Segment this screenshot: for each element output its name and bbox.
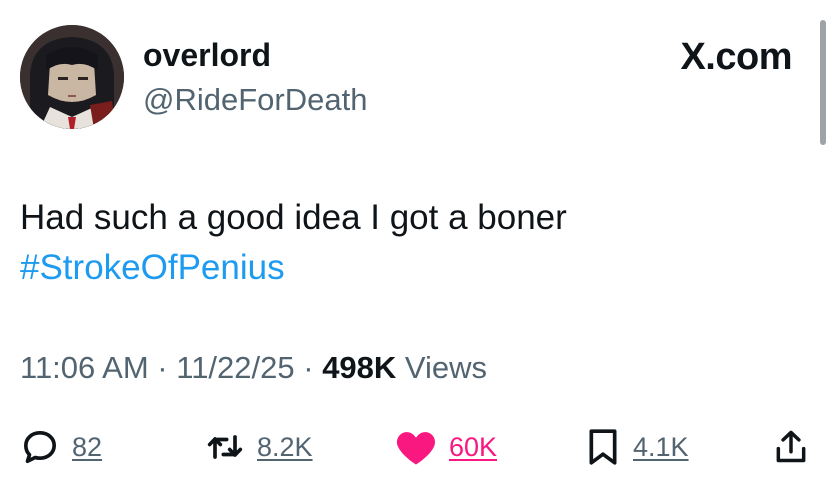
action-bar: 82 8.2K 60K 4.1K [20,424,810,470]
like-count: 60K [449,431,498,462]
bookmark-icon [589,429,617,465]
reply-icon [24,431,57,463]
tweet-meta: 11:06 AM · 11/22/25 · 498K Views [20,350,487,386]
heart-icon [396,432,436,465]
tweet-text: Had such a good idea I got a boner #Stro… [20,193,567,293]
meta-separator: · [148,350,177,385]
bookmark-count: 4.1K [633,431,689,462]
bookmark-button[interactable]: 4.1K [585,424,689,470]
author-display-name[interactable]: overlord [143,37,271,74]
share-button[interactable] [772,424,810,470]
hashtag-link[interactable]: #StrokeOfPenius [20,243,567,293]
retweet-button[interactable]: 8.2K [205,424,313,470]
scrollbar-thumb[interactable] [820,20,826,145]
avatar[interactable] [20,25,124,129]
retweet-count: 8.2K [257,431,313,462]
tweet-time[interactable]: 11:06 AM [20,350,149,385]
brand-label: X.com [680,36,792,78]
meta-separator: · [294,350,323,385]
pixel-art-character-avatar-icon [20,25,124,129]
tweet-text-line: Had such a good idea I got a boner [20,198,567,237]
retweet-icon [207,435,243,459]
share-icon [776,430,806,463]
views-count: 498K [322,350,397,385]
like-button[interactable]: 60K [395,424,497,470]
reply-count: 82 [72,431,103,462]
author-handle[interactable]: @RideForDeath [143,82,367,118]
reply-button[interactable]: 82 [20,424,102,470]
views-label: Views [396,350,488,385]
tweet-date[interactable]: 11/22/25 [176,350,294,385]
